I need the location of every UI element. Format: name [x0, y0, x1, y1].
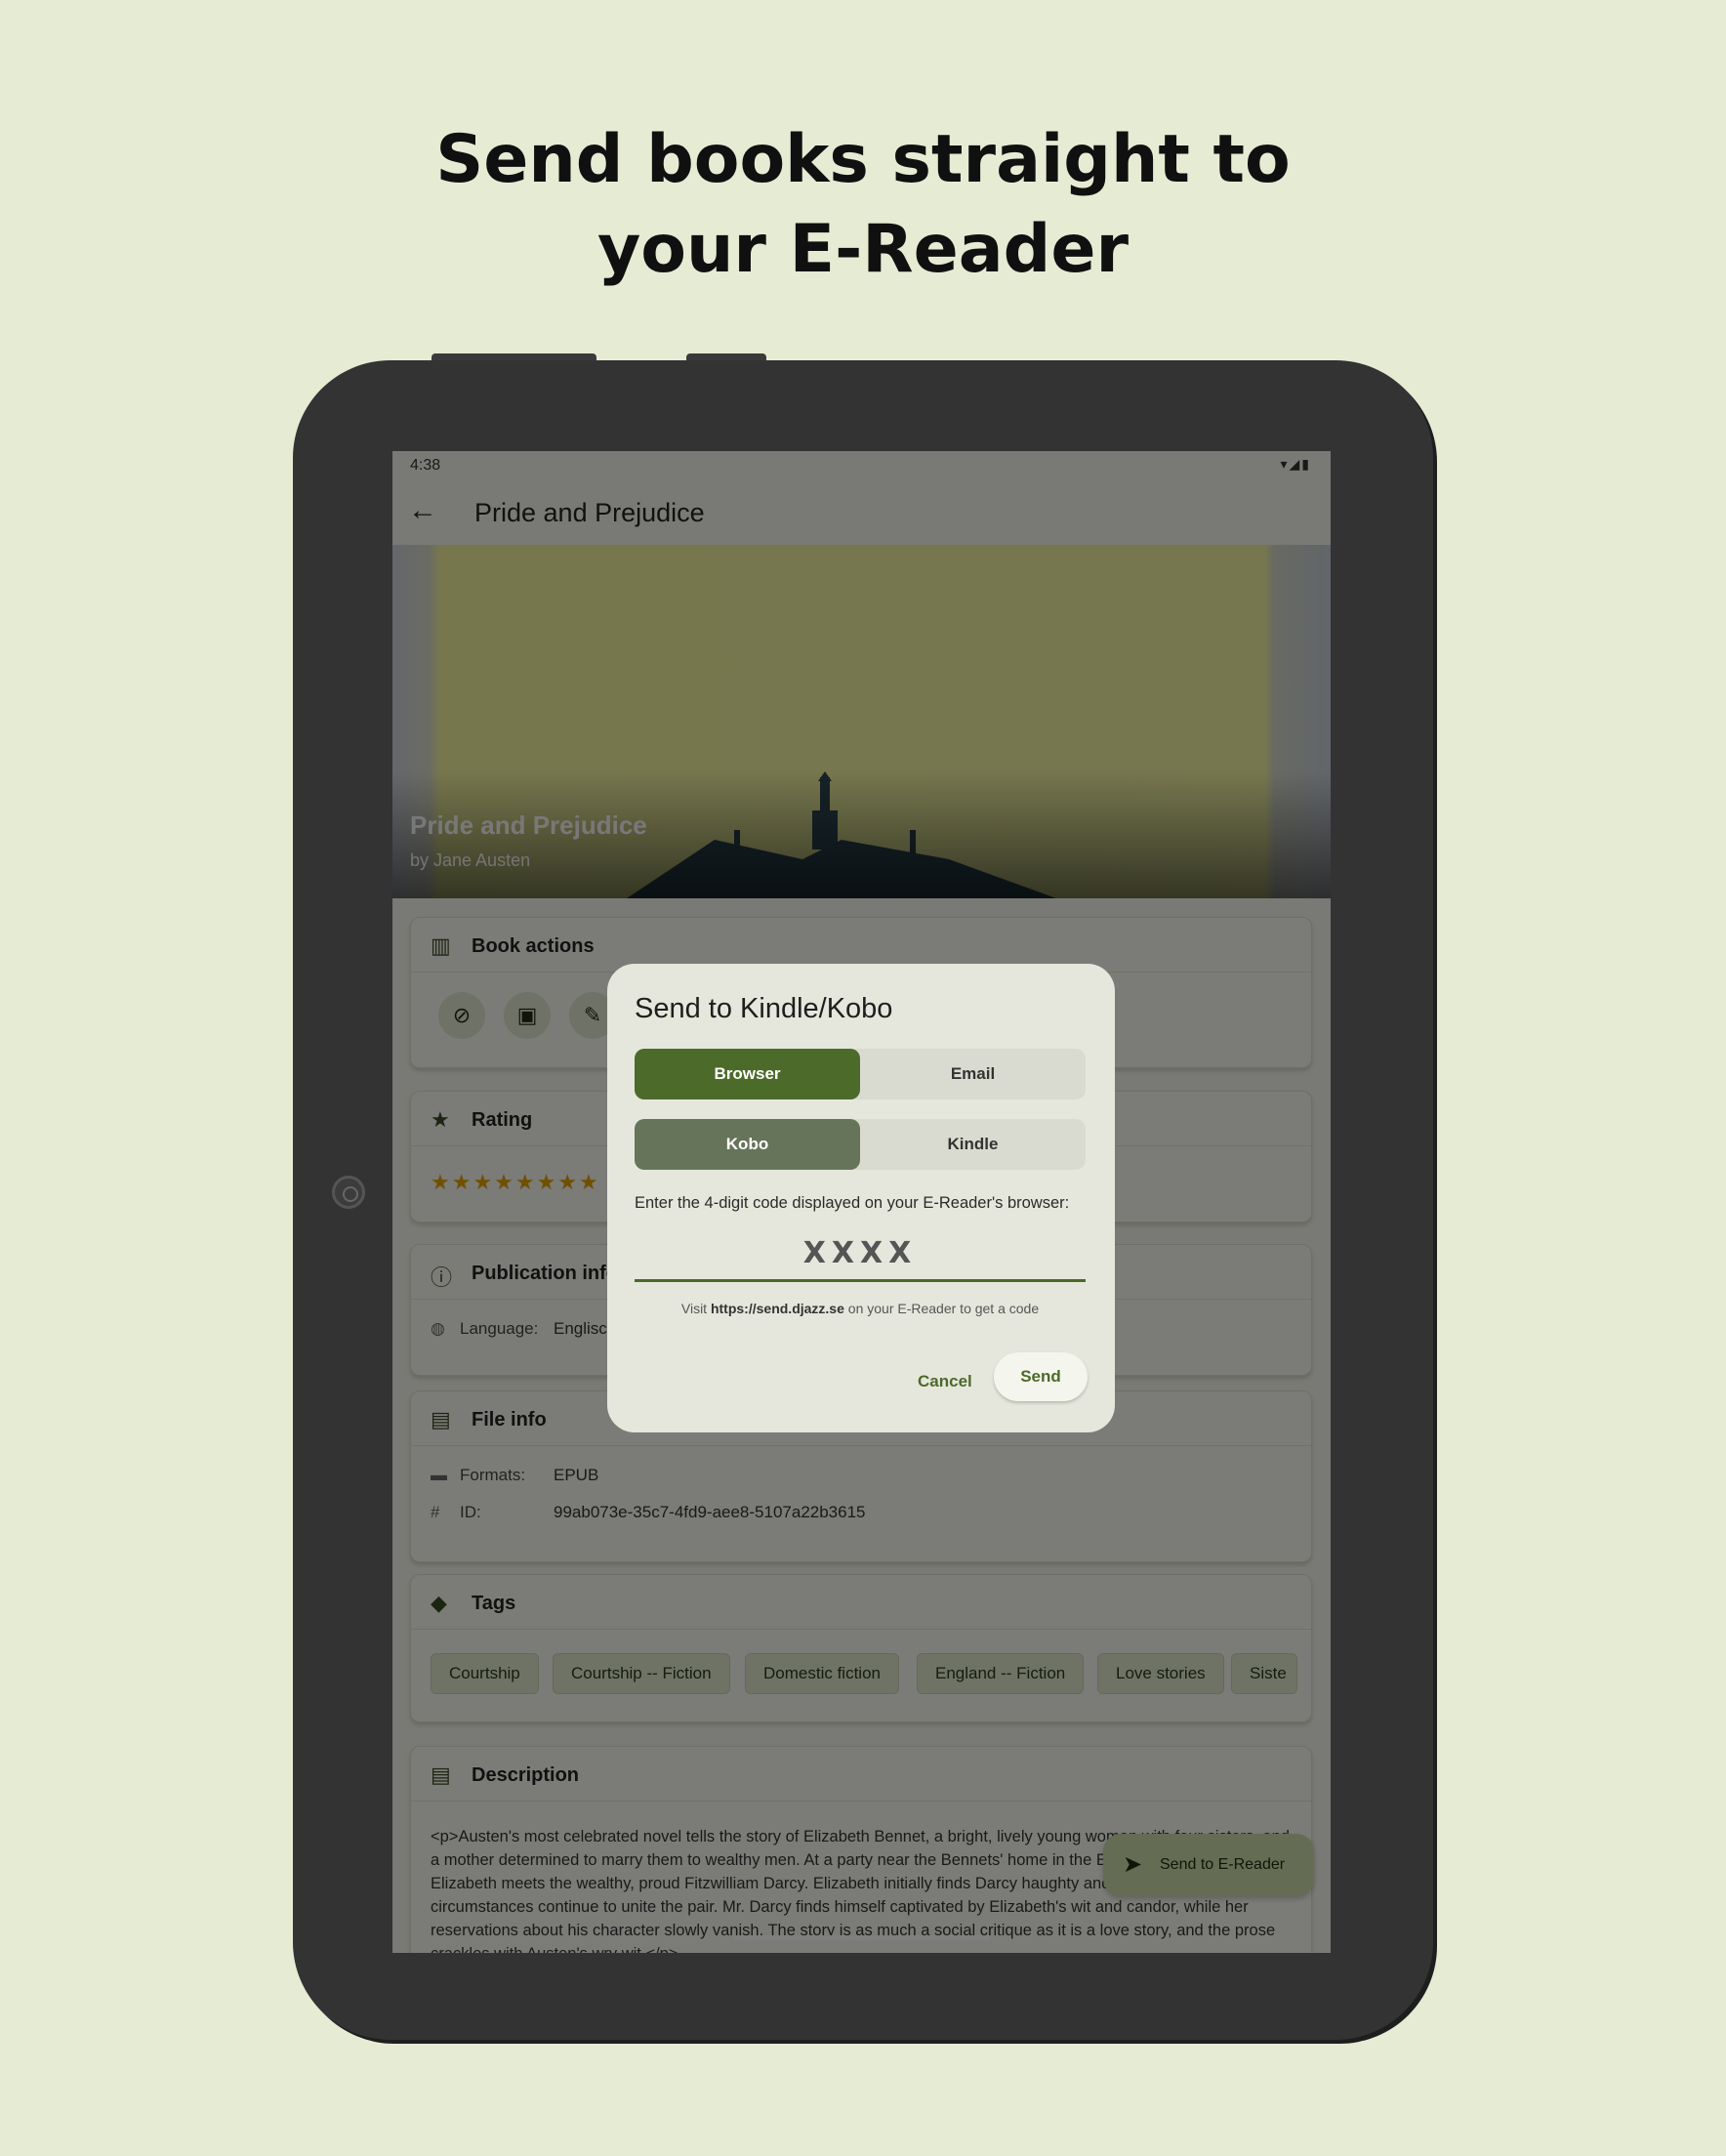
hint-suffix: on your E-Reader to get a code: [847, 1301, 1040, 1316]
email-option[interactable]: Email: [860, 1049, 1086, 1099]
headline-line-1: Send books straight to: [435, 121, 1291, 198]
device-screen: 4:38 ▾◢▮ ← Pride and Prejudice Pride and…: [392, 451, 1331, 1953]
hint-prefix: Visit: [680, 1301, 708, 1316]
headline: Send books straight to your E-Reader: [0, 115, 1726, 295]
hint-url[interactable]: https://send.djazz.se: [711, 1301, 844, 1316]
dialog-title: Send to Kindle/Kobo: [635, 993, 893, 1024]
send-dialog: Send to Kindle/Kobo Browser Email Kobo K…: [607, 964, 1115, 1432]
send-button[interactable]: Send: [994, 1352, 1088, 1401]
cancel-button[interactable]: Cancel: [918, 1372, 972, 1391]
kobo-option[interactable]: Kobo: [635, 1119, 860, 1170]
method-toggle: Browser Email: [635, 1049, 1086, 1099]
device-toggle: Kobo Kindle: [635, 1119, 1086, 1170]
kindle-option[interactable]: Kindle: [860, 1119, 1086, 1170]
code-input[interactable]: [635, 1227, 1086, 1282]
browser-option[interactable]: Browser: [635, 1049, 860, 1099]
code-hint: Visit https://send.djazz.se on your E-Re…: [635, 1301, 1086, 1316]
code-prompt: Enter the 4-digit code displayed on your…: [635, 1194, 1070, 1212]
camera-icon: [332, 1176, 365, 1209]
headline-line-2: your E-Reader: [596, 211, 1130, 288]
